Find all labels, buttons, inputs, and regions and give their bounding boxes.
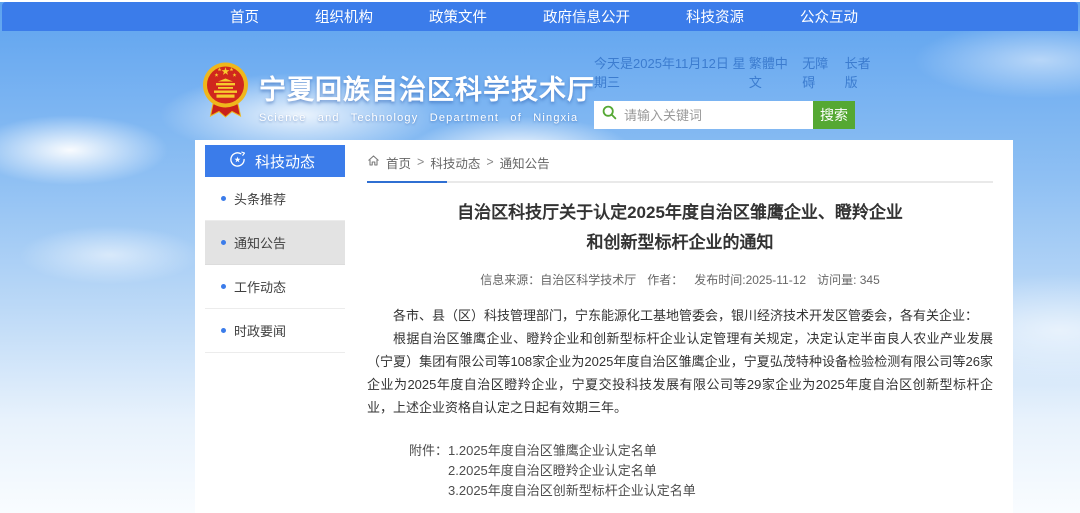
nav-item-gov-info-disclosure[interactable]: 政府信息公开	[543, 6, 630, 27]
article-title-line2: 和创新型标杆企业的通知	[367, 228, 993, 258]
sidebar-item-label: 头条推荐	[234, 189, 286, 208]
link-traditional-chinese[interactable]: 繁體中文	[749, 53, 793, 91]
breadcrumb-underline-accent	[367, 181, 447, 183]
breadcrumb-notices[interactable]: 通知公告	[500, 153, 550, 172]
search-input[interactable]	[624, 108, 813, 123]
site-title: 宁夏回族自治区科学技术厅	[259, 68, 595, 107]
bullet-dot-icon	[221, 196, 226, 201]
bullet-dot-icon	[221, 284, 226, 289]
article-paragraph: 根据自治区雏鹰企业、瞪羚企业和创新型标杆企业认定管理有关规定，决定认定半亩良人农…	[367, 327, 993, 419]
article-publish-time: 发布时间:2025-11-12	[694, 271, 806, 288]
article-author: 作者：	[647, 271, 683, 288]
site-header: 宁夏回族自治区科学技术厅 Science and Technology Depa…	[202, 60, 595, 125]
breadcrumb-scitech-news[interactable]: 科技动态	[430, 153, 480, 172]
bullet-dot-icon	[221, 240, 226, 245]
sidebar-item-notices[interactable]: 通知公告	[205, 221, 345, 265]
sidebar-item-label: 时政要闻	[234, 321, 286, 340]
attachment-link-3[interactable]: 3.2025年度自治区创新型标杆企业认定名单	[448, 481, 696, 501]
attachments-block: 附件： 1.2025年度自治区雏鹰企业认定名单 2.2025年度自治区瞪羚企业认…	[409, 441, 993, 501]
article-main-area: 首页 > 科技动态 > 通知公告 自治区科技厅关于认定2025年度自治区雏鹰企业…	[345, 140, 1013, 513]
sidebar-header: 科技动态	[205, 145, 345, 177]
nav-item-organization[interactable]: 组织机构	[315, 6, 373, 27]
header-utility-area: 今天是2025年11月12日 星期三 繁體中文 无障碍 长者版 搜索	[594, 53, 878, 129]
home-icon	[367, 154, 380, 170]
nav-item-policy-documents[interactable]: 政策文件	[429, 6, 487, 27]
attachment-link-1[interactable]: 1.2025年度自治区雏鹰企业认定名单	[448, 441, 696, 461]
nav-item-public-interaction[interactable]: 公众互动	[800, 6, 858, 27]
sidebar-item-label: 通知公告	[234, 233, 286, 252]
sidebar: 科技动态 头条推荐 通知公告 工作动态 时政要闻	[205, 140, 345, 513]
breadcrumb-separator: >	[486, 155, 493, 169]
top-navigation-bar: 首页 组织机构 政策文件 政府信息公开 科技资源 公众互动	[2, 2, 1078, 31]
breadcrumb: 首页 > 科技动态 > 通知公告	[367, 150, 993, 174]
sidebar-title: 科技动态	[255, 151, 315, 172]
content-panel: 科技动态 头条推荐 通知公告 工作动态 时政要闻 首页 >	[195, 140, 1013, 513]
article-visit-count: 访问量: 345	[817, 271, 880, 288]
search-button[interactable]: 搜索	[813, 101, 855, 129]
link-elderly-version[interactable]: 长者版	[845, 53, 878, 91]
article-source: 信息来源：自治区科学技术厅	[480, 271, 636, 288]
search-bar: 搜索	[594, 101, 855, 129]
article-body: 各市、县（区）科技管理部门，宁东能源化工基地管委会，银川经济技术开发区管委会，各…	[367, 304, 993, 419]
site-subtitle-english: Science and Technology Department of Nin…	[259, 112, 595, 124]
attachment-link-2[interactable]: 2.2025年度自治区瞪羚企业认定名单	[448, 461, 696, 481]
national-emblem-logo	[202, 60, 249, 125]
breadcrumb-separator: >	[417, 155, 424, 169]
breadcrumb-home[interactable]: 首页	[386, 153, 411, 172]
nav-item-sci-tech-resources[interactable]: 科技资源	[686, 6, 744, 27]
search-icon	[602, 105, 617, 125]
article-title: 自治区科技厅关于认定2025年度自治区雏鹰企业、瞪羚企业 和创新型标杆企业的通知	[367, 198, 993, 258]
bullet-dot-icon	[221, 328, 226, 333]
sidebar-item-current-politics[interactable]: 时政要闻	[205, 309, 345, 353]
star-circle-icon	[229, 151, 246, 172]
article-meta: 信息来源：自治区科学技术厅 作者： 发布时间:2025-11-12 访问量: 3…	[367, 271, 993, 288]
sidebar-item-label: 工作动态	[234, 277, 286, 296]
nav-item-home[interactable]: 首页	[230, 6, 259, 27]
sidebar-item-headlines[interactable]: 头条推荐	[205, 177, 345, 221]
article-paragraph: 各市、县（区）科技管理部门，宁东能源化工基地管委会，银川经济技术开发区管委会，各…	[367, 304, 993, 327]
attachments-label: 附件：	[409, 441, 448, 501]
current-date-text: 今天是2025年11月12日 星期三	[594, 53, 749, 91]
sidebar-item-work-updates[interactable]: 工作动态	[205, 265, 345, 309]
article-title-line1: 自治区科技厅关于认定2025年度自治区雏鹰企业、瞪羚企业	[367, 198, 993, 228]
breadcrumb-underline	[367, 181, 993, 183]
link-accessibility[interactable]: 无障碍	[802, 53, 835, 91]
